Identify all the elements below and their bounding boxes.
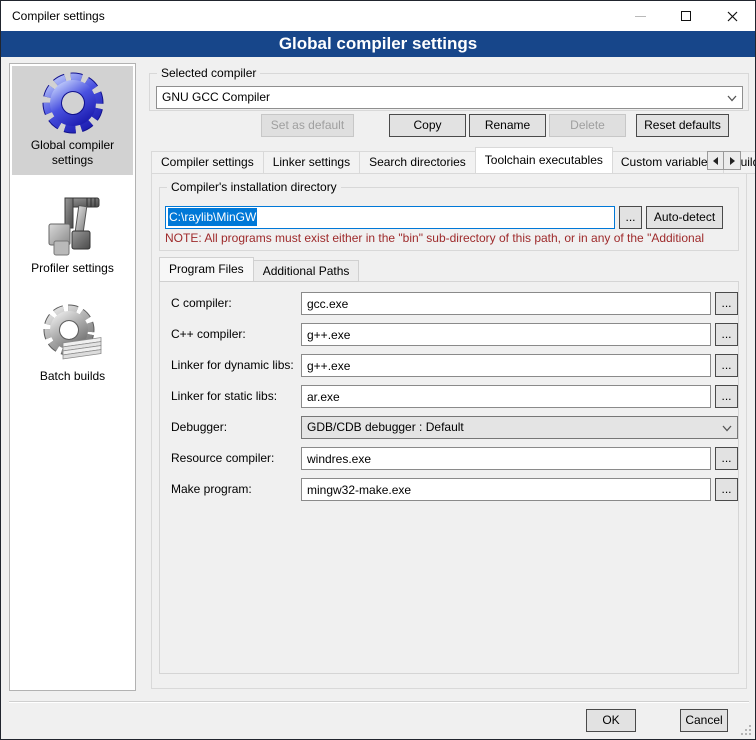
blue-gear-icon	[41, 71, 105, 135]
resize-grip[interactable]	[741, 725, 751, 735]
sidebar-item-batch-builds[interactable]: Batch builds	[12, 297, 133, 391]
debugger-select[interactable]: GDB/CDB debugger : Default	[301, 416, 738, 439]
close-icon	[727, 11, 738, 22]
copy-button[interactable]: Copy	[389, 114, 466, 137]
sidebar-item-label: Batch builds	[14, 369, 131, 384]
debugger-select-value: GDB/CDB debugger : Default	[307, 420, 464, 434]
chevron-down-icon	[727, 95, 735, 103]
compiler-select-value: GNU GCC Compiler	[162, 90, 270, 104]
settings-category-sidebar: Global compiler settings	[9, 63, 136, 691]
arrow-right-icon	[730, 157, 735, 165]
linker-dynamic-browse-button[interactable]: ...	[715, 354, 738, 377]
program-files-tabs: Program Files Additional Paths	[159, 257, 359, 282]
linker-static-input[interactable]	[301, 385, 711, 408]
install-dir-browse-button[interactable]: ...	[619, 206, 642, 229]
window-controls	[617, 1, 755, 31]
arrow-left-icon	[713, 157, 718, 165]
close-button[interactable]	[709, 1, 755, 31]
page-title: Global compiler settings	[1, 31, 755, 57]
maximize-icon	[681, 11, 691, 21]
resource-compiler-label: Resource compiler:	[171, 447, 299, 470]
resource-compiler-browse-button[interactable]: ...	[715, 447, 738, 470]
tab-compiler-settings[interactable]: Compiler settings	[151, 151, 264, 174]
sidebar-item-global-compiler-settings[interactable]: Global compiler settings	[12, 66, 133, 175]
selected-compiler-group-label: Selected compiler	[157, 66, 260, 80]
sidebar-item-profiler-settings[interactable]: Profiler settings	[12, 189, 133, 283]
auto-detect-button[interactable]: Auto-detect	[646, 206, 723, 229]
compiler-settings-dialog: Compiler settings Global compiler settin…	[0, 0, 756, 740]
debugger-label: Debugger:	[171, 416, 299, 439]
rename-button[interactable]: Rename	[469, 114, 546, 137]
settings-tabs: Compiler settings Linker settings Search…	[151, 147, 756, 174]
linker-static-label: Linker for static libs:	[171, 385, 299, 408]
delete-button: Delete	[549, 114, 626, 137]
cpp-compiler-input[interactable]	[301, 323, 711, 346]
reset-defaults-button[interactable]: Reset defaults	[636, 114, 729, 137]
tab-scroll-left-button[interactable]	[707, 151, 724, 170]
tab-search-directories[interactable]: Search directories	[360, 151, 476, 174]
tab-toolchain-executables[interactable]: Toolchain executables	[475, 147, 613, 174]
minimize-button	[617, 1, 663, 31]
make-program-label: Make program:	[171, 478, 299, 501]
cpp-compiler-label: C++ compiler:	[171, 323, 299, 346]
resource-compiler-input[interactable]	[301, 447, 711, 470]
window-title: Compiler settings	[12, 1, 105, 31]
sidebar-item-label: Global compiler settings	[14, 138, 131, 168]
subtab-program-files[interactable]: Program Files	[159, 257, 254, 282]
minimize-icon	[635, 16, 646, 17]
maximize-button[interactable]	[663, 1, 709, 31]
install-dir-input[interactable]: C:\raylib\MinGW	[165, 206, 615, 229]
tab-scroll-buttons	[707, 151, 741, 170]
c-compiler-input[interactable]	[301, 292, 711, 315]
linker-static-browse-button[interactable]: ...	[715, 385, 738, 408]
c-compiler-browse-button[interactable]: ...	[715, 292, 738, 315]
ok-button[interactable]: OK	[586, 709, 636, 732]
compiler-select[interactable]: GNU GCC Compiler	[156, 86, 743, 109]
tab-scroll-right-button[interactable]	[724, 151, 741, 170]
make-program-input[interactable]	[301, 478, 711, 501]
gray-gear-stack-icon	[41, 302, 105, 366]
c-compiler-label: C compiler:	[171, 292, 299, 315]
install-dir-selected-text: C:\raylib\MinGW	[168, 208, 257, 226]
footer-separator	[9, 701, 749, 703]
install-dir-group-label: Compiler's installation directory	[167, 180, 341, 194]
cpp-compiler-browse-button[interactable]: ...	[715, 323, 738, 346]
make-program-browse-button[interactable]: ...	[715, 478, 738, 501]
tab-linker-settings[interactable]: Linker settings	[264, 151, 360, 174]
linker-dynamic-input[interactable]	[301, 354, 711, 377]
sidebar-item-label: Profiler settings	[14, 261, 131, 276]
set-as-default-button: Set as default	[261, 114, 354, 137]
caliper-cubes-icon	[41, 194, 105, 258]
title-bar[interactable]: Compiler settings	[1, 1, 755, 31]
bin-subdirectory-note: NOTE: All programs must exist either in …	[165, 231, 737, 245]
chevron-down-icon	[722, 425, 730, 433]
subtab-additional-paths[interactable]: Additional Paths	[253, 260, 360, 282]
cancel-button[interactable]: Cancel	[680, 709, 728, 732]
linker-dynamic-label: Linker for dynamic libs:	[171, 354, 299, 377]
